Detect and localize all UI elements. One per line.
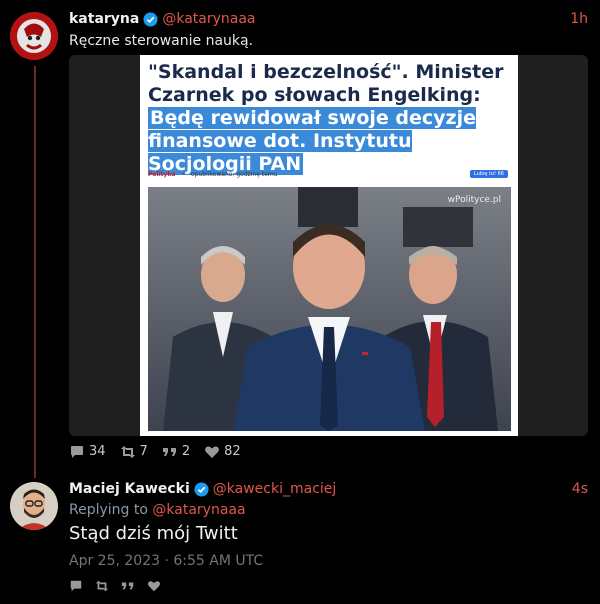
avatar-maciej-kawecki[interactable] xyxy=(10,482,58,530)
author-name[interactable]: kataryna xyxy=(69,11,139,27)
reply-action[interactable] xyxy=(69,578,83,597)
heart-icon xyxy=(205,446,219,458)
like-action[interactable] xyxy=(147,578,161,597)
heart-icon xyxy=(147,581,161,592)
tweet-text: Ręczne sterowanie nauką. xyxy=(69,33,254,49)
retweet-action[interactable]: 7 xyxy=(120,444,148,459)
article-source: Polityka xyxy=(148,170,176,178)
article-headline: "Skandal i bezczelność". Minister Czarne… xyxy=(148,61,508,176)
article-photo: wPolityce.pl xyxy=(148,187,511,431)
tweet2-header: Maciej Kawecki @kawecki_maciej xyxy=(69,481,336,497)
verified-badge-icon xyxy=(194,481,209,497)
watermark: wPolityce.pl xyxy=(447,195,501,205)
article-meta: Polityka • opublikowano: godzinę temu Lu… xyxy=(148,167,508,181)
author-name[interactable]: Maciej Kawecki xyxy=(69,481,190,497)
retweet-icon xyxy=(120,445,135,458)
tweet1-header: kataryna @katarynaaa xyxy=(69,11,256,27)
tweet-media[interactable]: "Skandal i bezczelność". Minister Czarne… xyxy=(69,55,588,436)
headline-highlight: Będę rewidował swoje decyzje finansowe d… xyxy=(148,107,477,175)
quote-count: 2 xyxy=(181,444,191,459)
article-screenshot: "Skandal i bezczelność". Minister Czarne… xyxy=(140,55,518,436)
tweet2-actions xyxy=(69,578,161,597)
tweet-stats: 34 7 2 82 xyxy=(69,444,241,459)
avatar-kataryna[interactable] xyxy=(10,12,58,60)
quote-action[interactable] xyxy=(121,578,135,597)
headline-plain: "Skandal i bezczelność". Minister Czarne… xyxy=(148,61,504,106)
retweet-count: 7 xyxy=(139,444,148,459)
replying-handle-link[interactable]: @katarynaaa xyxy=(152,502,245,518)
retweet-icon xyxy=(95,580,109,592)
tweet-time-link[interactable]: 1h xyxy=(570,11,588,27)
article-published: opublikowano: godzinę temu xyxy=(191,170,278,178)
like-action[interactable]: 82 xyxy=(204,444,241,459)
quote-action[interactable]: 2 xyxy=(162,444,190,459)
tweet-date[interactable]: Apr 25, 2023 · 6:55 AM UTC xyxy=(69,553,263,569)
reply-action[interactable]: 34 xyxy=(69,444,106,459)
meta-separator: • xyxy=(181,170,185,178)
tweet-time-link[interactable]: 4s xyxy=(572,481,588,497)
comment-icon xyxy=(70,580,82,592)
thread-connector-line xyxy=(34,66,36,478)
verified-badge-icon xyxy=(143,11,158,27)
comment-icon xyxy=(71,445,83,458)
retweet-action[interactable] xyxy=(95,578,109,597)
like-count: 82 xyxy=(224,444,241,459)
tweet-text: Stąd dziś mój Twitt xyxy=(69,523,238,544)
quote-icon xyxy=(121,582,134,590)
replying-prefix: Replying to xyxy=(69,502,153,518)
author-handle[interactable]: @katarynaaa xyxy=(162,11,255,27)
quote-icon xyxy=(162,447,176,456)
author-handle[interactable]: @kawecki_maciej xyxy=(213,481,337,497)
reply-count: 34 xyxy=(89,444,106,459)
replying-to: Replying to @katarynaaa xyxy=(69,502,246,518)
facebook-like-badge: Lubię to! 66 xyxy=(469,170,508,178)
